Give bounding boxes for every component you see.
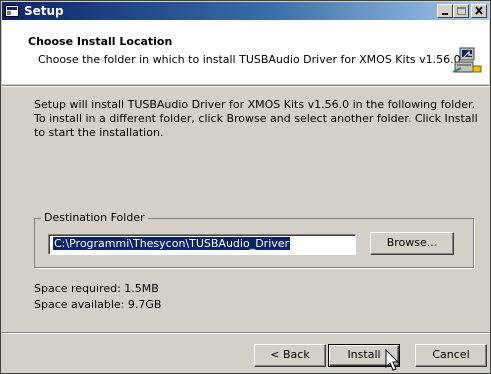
back-button[interactable]: < Back [254, 344, 326, 367]
browse-button[interactable]: Browse... [370, 232, 454, 255]
close-icon [475, 6, 483, 15]
minimize-button[interactable] [437, 4, 453, 18]
cancel-button[interactable]: Cancel [415, 344, 487, 367]
destination-path-input[interactable]: C:\Programmi\Thesycon\TUSBAudio_Driver [48, 234, 356, 255]
mouse-cursor-icon [385, 349, 400, 371]
setup-window: Setup Choose Install Location Choose the… [0, 0, 491, 374]
footer-separator [2, 332, 489, 334]
maximize-icon [457, 7, 466, 15]
title-bar[interactable]: Setup [2, 2, 489, 20]
space-available-text: Space available: 9.7GB [34, 298, 162, 311]
page-header: Choose Install Location Choose the folde… [2, 20, 489, 84]
space-required-text: Space required: 1.5MB [34, 282, 159, 295]
minimize-icon [442, 13, 448, 15]
destination-folder-label: Destination Folder [41, 211, 148, 224]
installer-icon [452, 47, 482, 73]
page-title: Choose Install Location [28, 35, 173, 48]
setup-app-icon [5, 5, 19, 17]
header-separator [2, 85, 489, 87]
install-description: Setup will install TUSBAudio Driver for … [34, 98, 478, 139]
destination-path-text: C:\Programmi\Thesycon\TUSBAudio_Driver [53, 237, 291, 250]
page-subtitle: Choose the folder in which to install TU… [38, 53, 465, 66]
close-button[interactable] [471, 4, 487, 18]
maximize-button[interactable] [453, 4, 469, 18]
window-title: Setup [24, 4, 64, 18]
